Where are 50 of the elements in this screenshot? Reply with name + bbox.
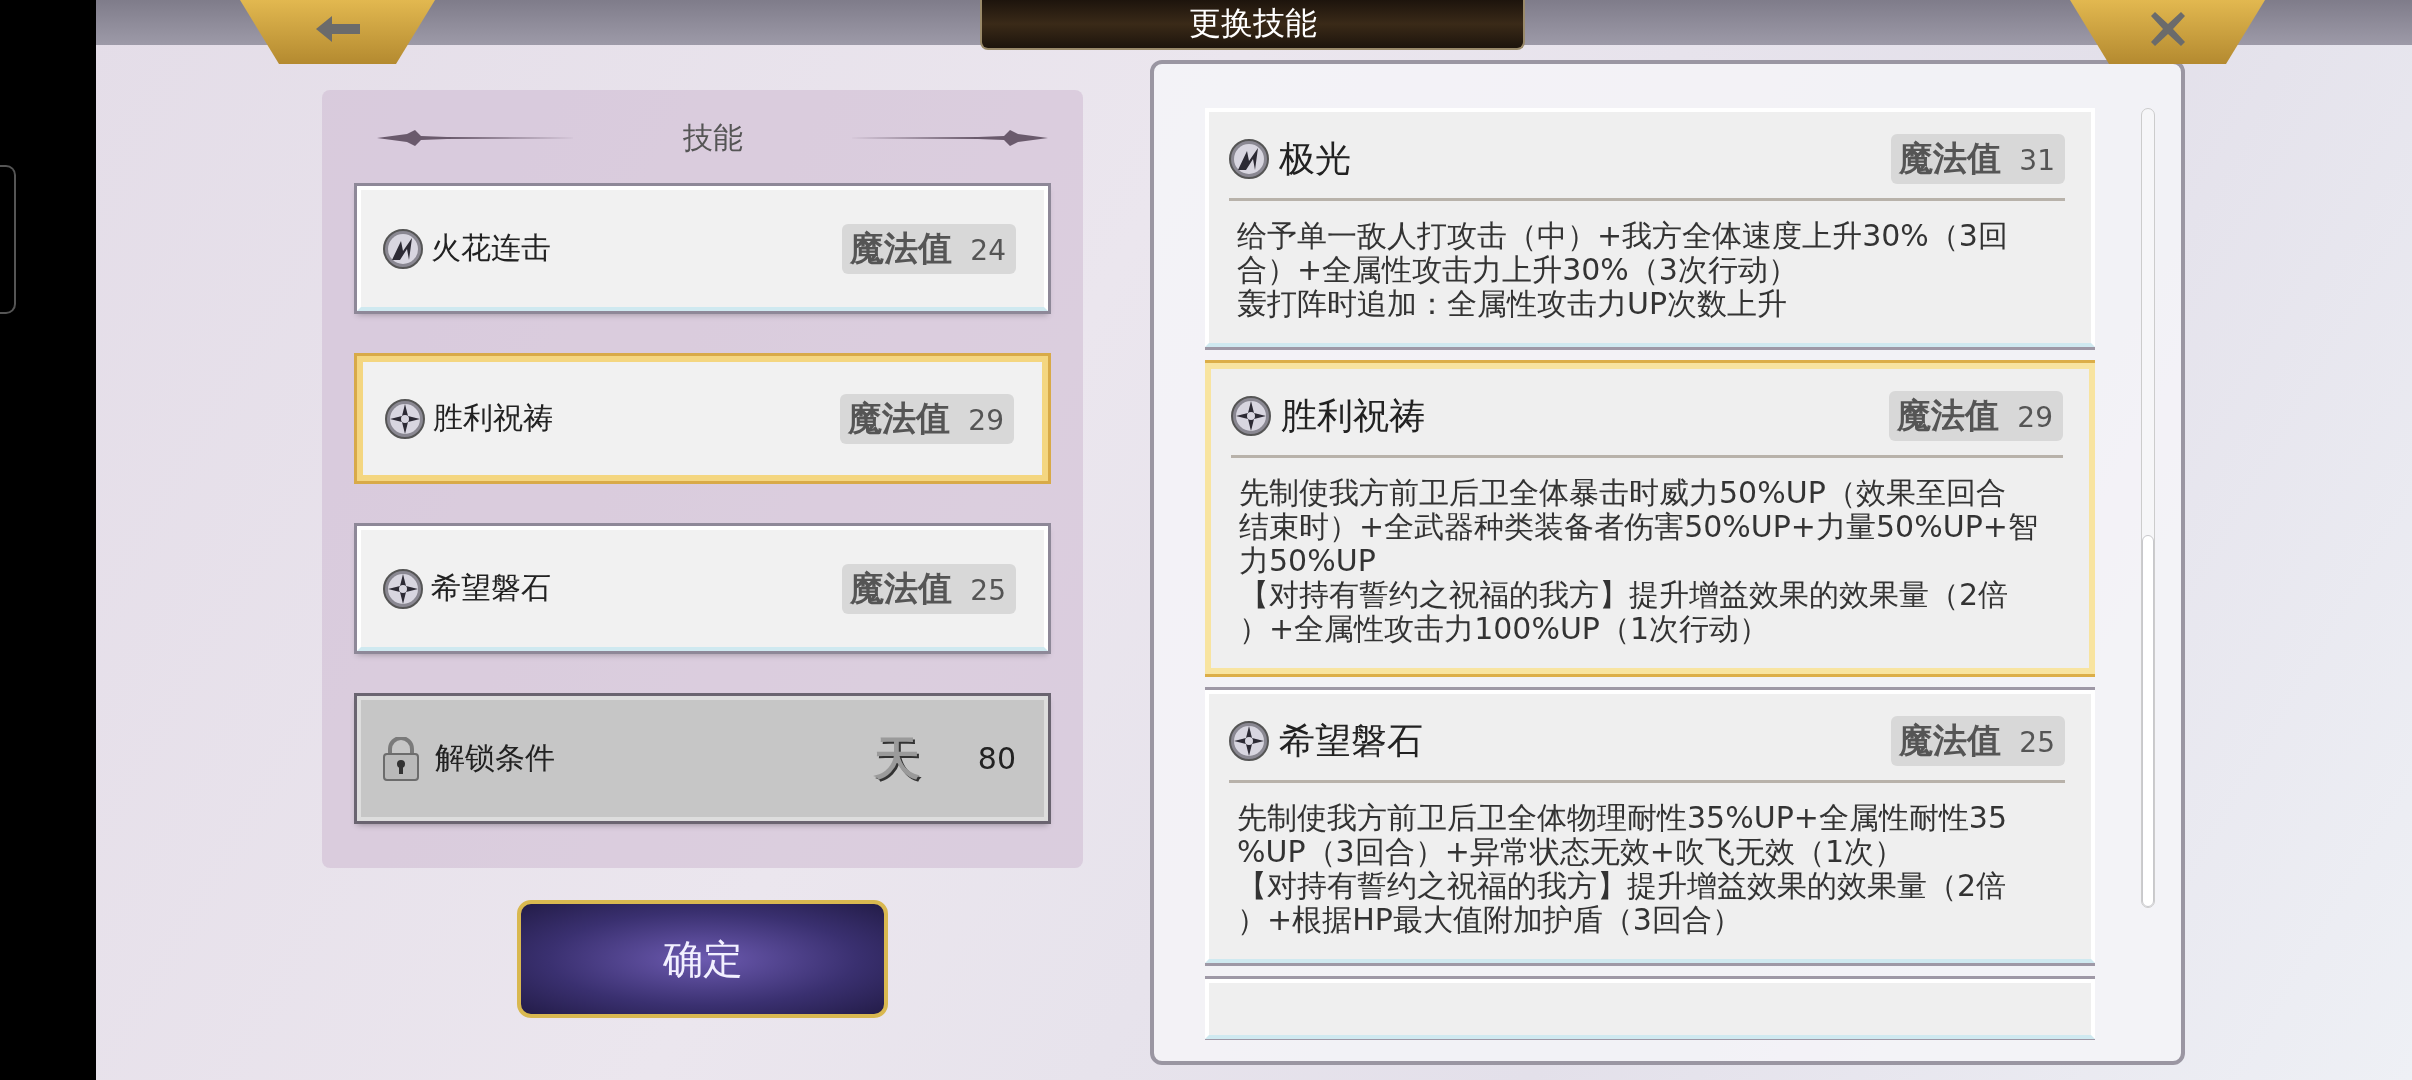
mp-label: 魔法值 [1899,137,2002,180]
mp-cost: 25 [2019,726,2055,759]
slash-emblem-icon [383,228,423,269]
skill-name: 希望磐石 [431,569,552,607]
description-line: ）+根据HP最大值附加护盾（3回合） [1237,903,1743,937]
slash-emblem-icon [1229,139,1269,179]
skill-name: 胜利祝祷 [433,399,554,437]
description-line: 合）+全属性攻击力上升30%（3次行动） [1237,253,1799,287]
section-heading: 技能 [682,118,743,157]
mp-label: 魔法值 [850,566,953,610]
locked-slot[interactable]: 解锁条件 天 80 [357,696,1048,821]
mp-label: 魔法值 [850,226,953,270]
description-line: 给予单一敌人打攻击（中）+我方全体速度上升30%（3回 [1237,219,2009,253]
description-line: 【对持有誓约之祝福的我方】提升增益效果的效果量（2倍 [1237,869,2008,903]
mp-label: 魔法值 [848,396,951,440]
skill-title: 希望磐石 [1279,718,1424,763]
skill-title: 胜利祝祷 [1281,393,1426,438]
confirm-button[interactable]: 确定 [517,900,888,1018]
description-line: 结束时）+全武器种类装备者伤害50%UP+力量50%UP+智 [1239,510,2039,544]
description-line: 先制使我方前卫后卫全体物理耐性35%UP+全属性耐性35 [1237,801,2009,835]
required-level: 80 [977,741,1016,776]
side-handle[interactable] [0,165,16,314]
skill-slot[interactable]: 火花连击 魔法值 24 [357,186,1048,311]
arrow-left-icon [315,14,360,44]
mp-cost: 25 [970,573,1006,607]
close-icon [2150,12,2185,46]
mp-cost: 29 [968,403,1004,437]
skill-card[interactable]: 希望磐石 魔法值 25 先制使我方前卫后卫全体物理耐性35%UP+全属性耐性35 %UP（3回合）+异常状态无效+吹飞无效（1次） 【对持有誓约之祝福的我方】提升增益效果的效果量（2倍 ）+根据HP最大值附加护盾（3回合） [1205,690,2095,963]
description-line: %UP（3回合）+异常状态无效+吹飞无效（1次） [1237,835,1905,869]
mp-cost: 29 [2017,401,2053,434]
skill-slot[interactable]: 希望磐石 魔法值 25 [357,526,1048,651]
padlock-icon [383,736,419,781]
window-title: 更换技能 [980,0,1525,50]
mp-cost: 24 [970,233,1006,267]
description-line: 轰打阵时追加：全属性攻击力UP次数上升 [1237,287,1789,321]
mp-label: 魔法值 [1897,394,2000,437]
description-line: 【对持有誓约之祝福的我方】提升增益效果的效果量（2倍 [1239,578,2010,612]
skill-card[interactable]: 胜利祝祷 魔法值 29 先制使我方前卫后卫全体暴击时威力50%UP（效果至回合 结束时）+全武器种类装备者伤害50%UP+力量50%UP+智 力50%UP 【对持有誓约之祝福的我方】提升增益效果的效果量（2倍 ）+全属性攻击力100%UP（1次行动） [1205,363,2095,674]
description-line: 先制使我方前卫后卫全体暴击时威力50%UP（效果至回合 [1239,476,2007,510]
description-line: ）+全属性攻击力100%UP（1次行动） [1239,612,1771,646]
skill-card[interactable]: 极光 魔法值 31 给予单一敌人打攻击（中）+我方全体速度上升30%（3回 合）+全属性攻击力上升30%（3次行动） 轰打阵时追加：全属性攻击力UP次数上升 [1205,108,2095,347]
scrollbar-thumb[interactable] [2142,535,2154,907]
description-line: 力50%UP [1239,544,1377,578]
skill-name: 火花连击 [431,229,552,267]
skill-slot[interactable]: 胜利祝祷 魔法值 29 [357,356,1048,481]
rank-emblem: 天 [873,729,920,787]
unlock-condition: 解锁条件 [435,739,556,777]
skill-title: 极光 [1279,136,1352,181]
mp-cost: 31 [2019,144,2055,177]
mp-label: 魔法值 [1899,719,2002,762]
